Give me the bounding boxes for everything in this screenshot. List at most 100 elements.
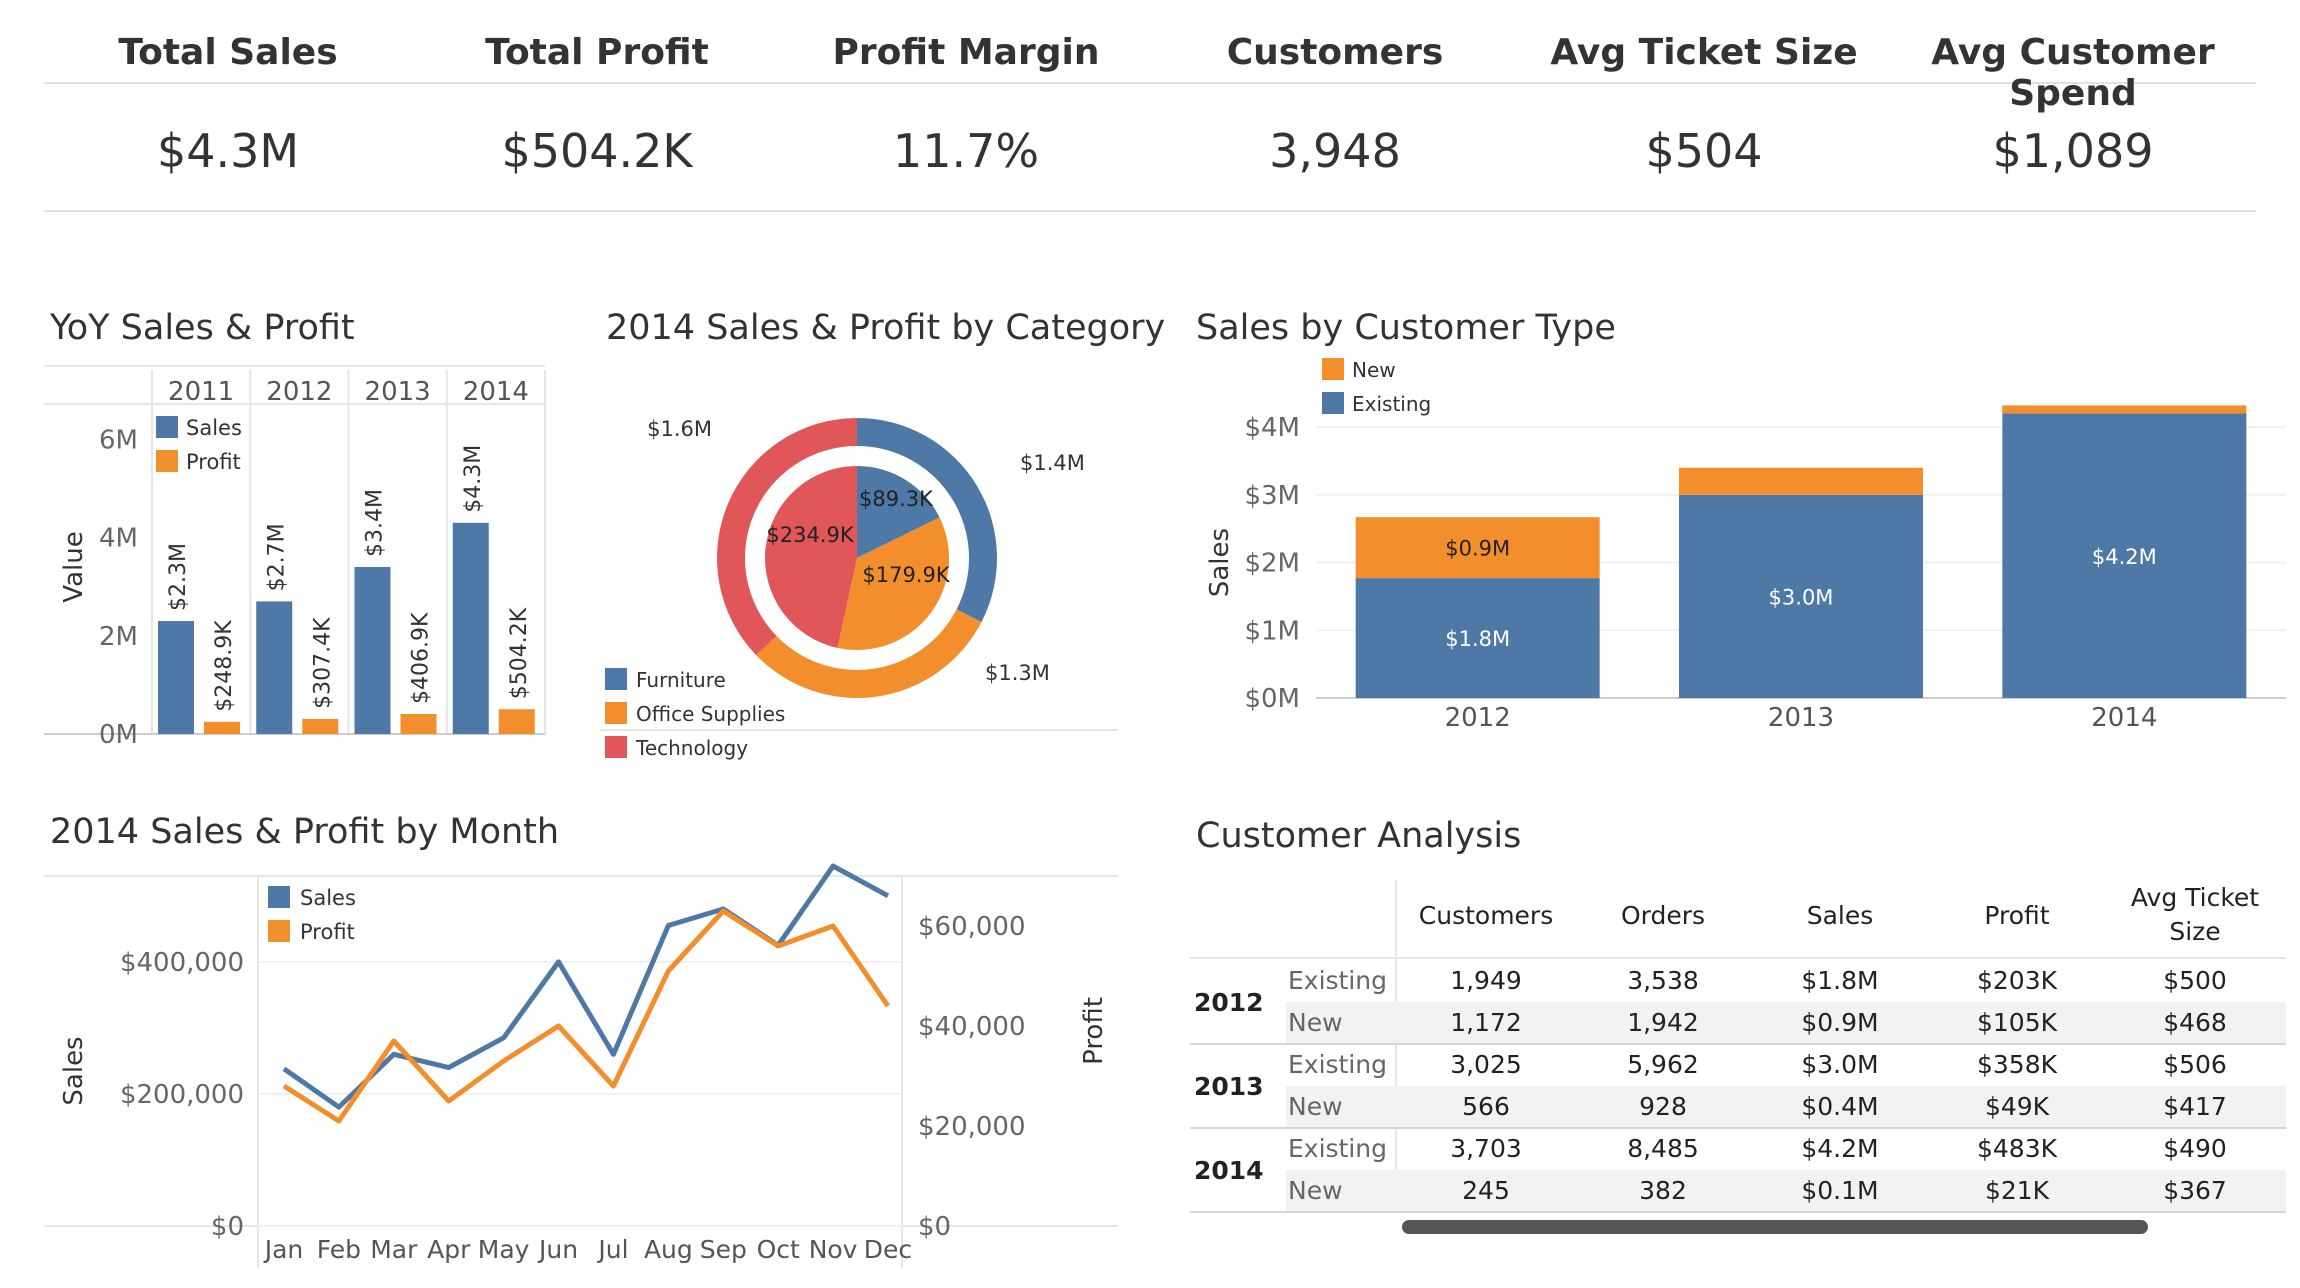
pie-data-label: $179.9K	[862, 563, 950, 587]
x-tick-label: Jun	[537, 1235, 578, 1264]
bar-new	[1679, 467, 1923, 495]
bar-data-label: $504.2K	[507, 607, 532, 699]
table-row-band	[1286, 1086, 2286, 1128]
table-cell: 1,942	[1627, 1008, 1699, 1037]
table-cell: 928	[1639, 1092, 1687, 1121]
dashboard-charts: 2011 2012 2013 2014 0M 2M 4M 6M Value $2.3M $2.7M $…	[44, 358, 2286, 1268]
ring-data-label: $1.4M	[1020, 451, 1085, 475]
year-header-label: 2013	[365, 377, 431, 407]
y2-tick-label: $20,000	[918, 1112, 1026, 1142]
legend-swatch	[156, 416, 178, 438]
y2-axis-label: Profit	[1079, 997, 1109, 1065]
x-tick-label: Jan	[263, 1235, 304, 1264]
table-cell: $4.2M	[1801, 1134, 1878, 1163]
table-cell: $506	[2163, 1050, 2227, 1079]
table-cell: 5,962	[1627, 1050, 1699, 1079]
legend-label: New	[1352, 358, 1396, 382]
legend-label: Profit	[186, 450, 241, 474]
y-tick-label: 4M	[99, 524, 138, 554]
legend-label: Profit	[300, 920, 355, 944]
y-tick-label: $1M	[1244, 616, 1300, 646]
y-tick-label: $400,000	[120, 948, 244, 978]
column-header: Size	[2169, 917, 2220, 946]
table-cell: 382	[1639, 1176, 1687, 1205]
legend-swatch	[605, 668, 627, 690]
legend-label: Technology	[635, 736, 748, 760]
table-cell: $417	[2163, 1092, 2227, 1121]
bar-data-label: $248.9K	[212, 620, 237, 712]
column-header: Profit	[1984, 901, 2049, 930]
row-type-label: Existing	[1288, 1050, 1387, 1079]
legend-label: Furniture	[636, 668, 726, 692]
row-type-label: Existing	[1288, 1134, 1387, 1163]
y-axis-label: Value	[59, 531, 89, 602]
legend-swatch	[156, 450, 178, 472]
legend-swatch	[1322, 358, 1344, 380]
pie-slice-technology	[765, 466, 857, 648]
table-cell: $358K	[1977, 1050, 2058, 1079]
legend-label: Existing	[1352, 392, 1431, 416]
y-tick-label: $200,000	[120, 1080, 244, 1110]
column-header: Customers	[1419, 901, 1553, 930]
ring-data-label: $1.3M	[985, 661, 1050, 685]
table-cell: 1,172	[1450, 1008, 1522, 1037]
legend-swatch	[605, 736, 627, 758]
year-header-label: 2012	[266, 377, 332, 407]
bar-data-label: $1.8M	[1445, 627, 1510, 651]
y-tick-label: 6M	[99, 425, 138, 455]
x-tick-label: Dec	[864, 1235, 912, 1264]
y2-tick-label: $0	[918, 1212, 951, 1242]
table-cell: $483K	[1977, 1134, 2058, 1163]
x-tick-label: 2012	[1445, 703, 1511, 733]
bar-data-label: $2.7M	[264, 523, 289, 591]
ring-data-label: $1.6M	[647, 417, 712, 441]
line-profit	[282, 908, 891, 1124]
table-cell: 1,949	[1450, 966, 1522, 995]
legend-swatch	[605, 702, 627, 724]
bar-profit	[498, 709, 535, 734]
legend-label: Sales	[300, 886, 356, 910]
legend-label: Office Supplies	[636, 702, 785, 726]
y-tick-label: $0M	[1244, 684, 1300, 714]
category-donut-chart: $1.4M $1.3M $1.6M $89.3K $179.9K $234.9K Furni…	[600, 417, 1118, 760]
column-header: Avg Ticket	[2131, 883, 2259, 912]
bar-sales	[158, 621, 194, 734]
table-cell: 8,485	[1627, 1134, 1699, 1163]
table-cell: $105K	[1977, 1008, 2058, 1037]
table-cell: $3.0M	[1801, 1050, 1878, 1079]
horizontal-scrollbar[interactable]	[1402, 1220, 2148, 1234]
table-cell: $468	[2163, 1008, 2227, 1037]
row-type-label: Existing	[1288, 966, 1387, 995]
x-tick-label: 2013	[1768, 703, 1834, 733]
bar-data-label: $3.0M	[1769, 585, 1834, 609]
bar-sales	[354, 567, 391, 734]
x-tick-label: Nov	[809, 1235, 858, 1264]
x-tick-label: Apr	[427, 1235, 471, 1264]
x-tick-label: 2014	[2091, 703, 2157, 733]
x-tick-label: Sep	[700, 1235, 747, 1264]
bar-data-label: $406.9K	[409, 612, 434, 704]
pie-data-label: $234.9K	[766, 523, 854, 547]
table-cell: 3,025	[1450, 1050, 1522, 1079]
y-tick-label: 2M	[99, 622, 138, 652]
bar-profit	[400, 714, 437, 734]
y-axis-label: Sales	[59, 1036, 89, 1105]
legend-label: Sales	[186, 416, 242, 440]
customer-type-stacked-bar-chart: $0M $1M $2M $3M $4M Sales $1.8M $0.9M 2012 $3.0M 2…	[1205, 358, 2286, 733]
bar-data-label: $307.4K	[310, 617, 335, 709]
year-header-label: 2014	[463, 377, 529, 407]
bar-data-label: $4.3M	[461, 445, 486, 513]
table-row-band	[1286, 1002, 2286, 1044]
y2-tick-label: $40,000	[918, 1012, 1026, 1042]
x-tick-label: Feb	[317, 1235, 361, 1264]
row-year-label: 2013	[1194, 1072, 1264, 1101]
legend-swatch	[268, 920, 290, 942]
table-cell: $49K	[1985, 1092, 2050, 1121]
year-header-label: 2011	[168, 377, 234, 407]
table-cell: $0.1M	[1801, 1176, 1878, 1205]
yoy-bar-chart: 2011 2012 2013 2014 0M 2M 4M 6M Value $2.3M $2.7M $…	[44, 365, 546, 750]
bar-sales	[452, 522, 489, 734]
table-cell: $0.4M	[1801, 1092, 1878, 1121]
table-row-band	[1286, 1170, 2286, 1212]
table-cell: $21K	[1985, 1176, 2050, 1205]
